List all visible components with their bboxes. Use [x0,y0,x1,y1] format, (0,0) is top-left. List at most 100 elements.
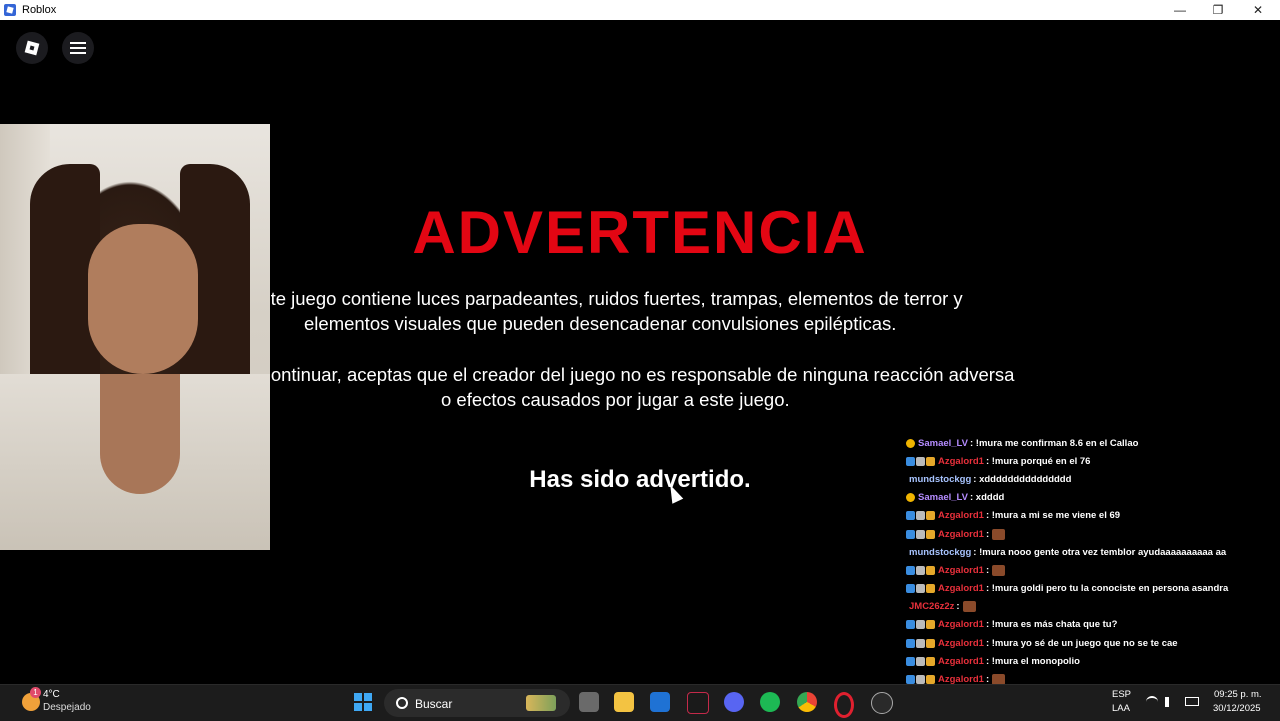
chat-message: Samael_LV: !mura me confirman 8.6 en el … [906,434,1280,452]
prime-badge-icon [906,675,915,684]
chat-badges [906,656,935,666]
sub-badge-icon [916,656,925,666]
warning-para1-line1: Este juego contiene luces parpadeantes, … [271,288,963,309]
chat-text: : [985,564,990,576]
language-layout[interactable]: LAA [1112,703,1130,714]
chat-emote-icon [992,564,1006,576]
file-explorer-icon[interactable] [614,692,634,712]
warning-para2-line2: o efectos causados por jugar a este jueg… [441,389,790,410]
taskbar-search[interactable]: Buscar [384,689,570,717]
warning-text-area: Este juego contiene luces parpadeantes, … [271,280,1101,420]
language-indicator[interactable]: ESP [1112,689,1131,700]
chat-badges [906,493,915,503]
chat-message: Azgalord1: !mura es más chata que tu? [906,616,1280,634]
volume-icon[interactable] [1165,697,1179,707]
battery-icon[interactable] [1185,697,1199,706]
chat-message: mundstockgg: xddddddddddddddd [906,470,1280,488]
weather-desc[interactable]: Despejado [43,702,91,713]
taskbar: 1 4°C Despejado Buscar ESP LAA 09:25 p. … [0,684,1280,721]
chat-username[interactable]: mundstockgg [909,474,971,485]
chat-message: Azgalord1: [906,525,1280,543]
start-icon[interactable] [354,693,372,711]
roblox-menu-icon[interactable] [16,32,48,64]
chat-badges [906,620,935,630]
chat-message: Azgalord1: !mura el monopolio [906,652,1280,670]
chat-text: : xddddddddddddddd [973,473,1072,485]
wifi-icon[interactable] [1146,696,1158,708]
chat-badges [906,438,915,448]
chat-text: : !mura me confirman 8.6 en el Callao [970,437,1139,449]
sub-badge-icon [916,584,925,594]
chat-text: : !mura goldi pero tu la conociste en pe… [985,583,1229,595]
chat-emote-icon [962,601,976,613]
chat-message: Azgalord1: !mura a mi se me viene el 69 [906,507,1280,525]
roblox-app-icon [4,4,16,16]
chat-text: : [985,528,990,540]
chat-username[interactable]: Azgalord1 [938,529,984,540]
sub-badge-icon [916,620,925,630]
sub-badge-icon [916,565,925,575]
chat-username[interactable]: Azgalord1 [938,638,984,649]
chat-username[interactable]: Azgalord1 [938,674,984,684]
window-titlebar: Roblox — ❐ ✕ [0,0,1280,20]
chat-username[interactable]: Azgalord1 [938,583,984,594]
vivaldi-icon[interactable] [687,692,709,714]
crown-badge-icon [926,584,935,594]
chat-username[interactable]: Azgalord1 [938,656,984,667]
obs-icon[interactable] [871,692,893,714]
warning-para1-line2: elementos visuales que pueden desencaden… [304,313,897,334]
chat-username[interactable]: Samael_LV [918,492,968,503]
clock-date[interactable]: 30/12/2025 [1213,703,1261,714]
weather-temp[interactable]: 4°C [43,689,60,700]
crown-badge-icon [926,565,935,575]
chat-username[interactable]: mundstockgg [909,547,971,558]
hamburger-menu-button[interactable] [62,32,94,64]
discord-icon[interactable] [724,692,744,712]
prime-badge-icon [906,529,915,539]
chat-badges [906,675,935,684]
chat-text: : !mura el monopolio [985,655,1080,667]
chat-text: : !mura porqué en el 76 [985,455,1091,467]
weather-badge: 1 [30,687,41,698]
chrome-icon[interactable] [797,692,817,712]
chat-badges [906,511,935,521]
chat-username[interactable]: JMC26z2z [909,601,954,612]
chat-text: : !mura a mi se me viene el 69 [985,510,1121,522]
crown-badge-icon [926,511,935,521]
prime-badge-icon [906,620,915,630]
chat-username[interactable]: Azgalord1 [938,510,984,521]
chat-text: : !mura nooo gente otra vez temblor ayud… [973,546,1227,558]
task-view-icon[interactable] [579,692,599,712]
prime-badge-icon [906,638,915,648]
chat-message: mundstockgg: !mura nooo gente otra vez t… [906,543,1280,561]
sub-badge-icon [916,511,925,521]
warning-para2-line1: Al continuar, aceptas que el creador del… [271,364,1015,385]
close-button[interactable]: ✕ [1238,0,1278,20]
chat-text: : !mura es más chata que tu? [985,619,1118,631]
minimize-button[interactable]: — [1160,0,1200,20]
outlook-icon[interactable] [650,692,670,712]
sub-badge-icon [916,638,925,648]
chat-username[interactable]: Azgalord1 [938,565,984,576]
chat-message: Azgalord1: [906,561,1280,579]
prime-badge-icon [906,456,915,466]
warning-badge-icon [906,438,915,448]
chat-username[interactable]: Azgalord1 [938,619,984,630]
sub-badge-icon [916,456,925,466]
chat-username[interactable]: Samael_LV [918,438,968,449]
window-title: Roblox [22,4,57,16]
chat-text: : [985,674,990,684]
maximize-button[interactable]: ❐ [1198,0,1238,20]
chat-message: Samael_LV: xdddd [906,489,1280,507]
prime-badge-icon [906,511,915,521]
prime-badge-icon [906,584,915,594]
spotify-icon[interactable] [760,692,780,712]
clock-time[interactable]: 09:25 p. m. [1214,689,1262,700]
chat-username[interactable]: Azgalord1 [938,456,984,467]
sub-badge-icon [916,675,925,684]
chat-badges [906,584,935,594]
chat-badges [906,565,935,575]
opera-icon[interactable] [834,692,854,718]
webcam-overlay [0,124,270,550]
crown-badge-icon [926,656,935,666]
